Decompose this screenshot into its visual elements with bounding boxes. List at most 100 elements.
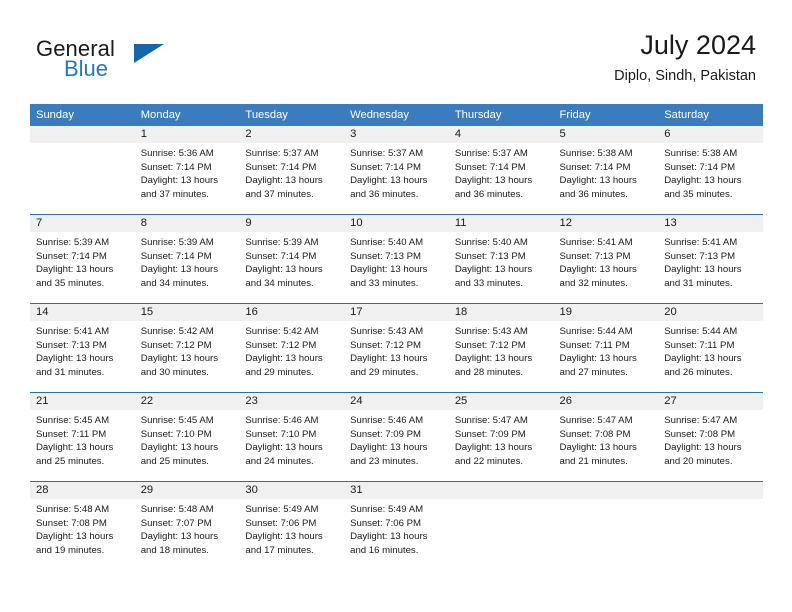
daylight-text-line1: Daylight: 13 hours <box>664 442 742 454</box>
daylight-text-line2: and 37 minutes. <box>140 188 209 200</box>
day-number: 1 <box>134 126 240 143</box>
page-title: July 2024 <box>640 30 756 60</box>
day-cell[interactable]: 31 Sunrise: 5:49 AM Sunset: 7:06 PM Dayl… <box>344 481 449 570</box>
daylight-text-line1: Daylight: 13 hours <box>559 353 637 365</box>
daylight-text-line1: Daylight: 13 hours <box>454 264 533 276</box>
day-number: 23 <box>239 393 345 410</box>
day-number: 9 <box>239 215 345 232</box>
sunset-text: Sunset: 7:14 PM <box>140 161 212 173</box>
daylight-text-line2: and 29 minutes. <box>350 366 419 378</box>
daylight-text-line2: and 23 minutes. <box>350 455 419 467</box>
day-number: 30 <box>239 482 345 499</box>
day-cell[interactable]: 27 Sunrise: 5:47 AM Sunset: 7:08 PM Dayl… <box>658 392 763 482</box>
day-cell[interactable]: 14 Sunrise: 5:41 AM Sunset: 7:13 PM Dayl… <box>30 303 135 393</box>
sunrise-text: Sunrise: 5:38 AM <box>559 148 633 159</box>
daylight-text-line2: and 30 minutes. <box>140 366 209 378</box>
daylight-text-line1: Daylight: 13 hours <box>350 531 428 543</box>
day-cell[interactable]: 21 Sunrise: 5:45 AM Sunset: 7:11 PM Dayl… <box>30 392 135 482</box>
day-cell[interactable]: 28 Sunrise: 5:48 AM Sunset: 7:08 PM Dayl… <box>30 481 135 570</box>
day-cell[interactable]: 30 Sunrise: 5:49 AM Sunset: 7:06 PM Dayl… <box>239 481 345 570</box>
daylight-text-line1: Daylight: 13 hours <box>140 175 219 187</box>
day-number: 19 <box>553 304 659 321</box>
day-details: Sunrise: 5:47 AM Sunset: 7:08 PM Dayligh… <box>658 410 763 468</box>
day-cell[interactable] <box>553 481 659 570</box>
sunrise-text: Sunrise: 5:37 AM <box>245 148 319 159</box>
day-cell[interactable] <box>30 126 135 215</box>
day-cell[interactable]: 9 Sunrise: 5:39 AM Sunset: 7:14 PM Dayli… <box>239 214 345 304</box>
sunset-text: Sunset: 7:09 PM <box>454 428 526 440</box>
day-cell[interactable]: 2 Sunrise: 5:37 AM Sunset: 7:14 PM Dayli… <box>239 126 345 215</box>
day-details: Sunrise: 5:40 AM Sunset: 7:13 PM Dayligh… <box>344 232 449 290</box>
day-details <box>658 499 763 503</box>
day-cell[interactable]: 11 Sunrise: 5:40 AM Sunset: 7:13 PM Dayl… <box>448 214 554 304</box>
daylight-text-line1: Daylight: 13 hours <box>664 353 742 365</box>
daylight-text-line2: and 19 minutes. <box>36 544 105 556</box>
calendar-week-row: 7 Sunrise: 5:39 AM Sunset: 7:14 PM Dayli… <box>30 214 763 304</box>
day-cell[interactable]: 16 Sunrise: 5:42 AM Sunset: 7:12 PM Dayl… <box>239 303 345 393</box>
day-details: Sunrise: 5:37 AM Sunset: 7:14 PM Dayligh… <box>449 143 554 201</box>
day-cell[interactable]: 19 Sunrise: 5:44 AM Sunset: 7:11 PM Dayl… <box>553 303 659 393</box>
day-details: Sunrise: 5:40 AM Sunset: 7:13 PM Dayligh… <box>449 232 554 290</box>
day-cell[interactable]: 1 Sunrise: 5:36 AM Sunset: 7:14 PM Dayli… <box>134 126 240 215</box>
day-cell[interactable]: 15 Sunrise: 5:42 AM Sunset: 7:12 PM Dayl… <box>134 303 240 393</box>
sunset-text: Sunset: 7:14 PM <box>559 161 631 173</box>
day-details: Sunrise: 5:43 AM Sunset: 7:12 PM Dayligh… <box>449 321 554 379</box>
day-number: 5 <box>553 126 659 143</box>
daylight-text-line1: Daylight: 13 hours <box>140 442 219 454</box>
sunrise-text: Sunrise: 5:47 AM <box>664 415 738 426</box>
daylight-text-line2: and 29 minutes. <box>245 366 314 378</box>
day-details: Sunrise: 5:47 AM Sunset: 7:08 PM Dayligh… <box>554 410 659 468</box>
day-cell[interactable] <box>448 481 554 570</box>
day-cell[interactable]: 29 Sunrise: 5:48 AM Sunset: 7:07 PM Dayl… <box>134 481 240 570</box>
day-details: Sunrise: 5:39 AM Sunset: 7:14 PM Dayligh… <box>135 232 240 290</box>
page-header: General Blue July 2024 Diplo, Sindh, Pak… <box>0 0 792 100</box>
daylight-text-line2: and 25 minutes. <box>140 455 209 467</box>
day-cell[interactable]: 8 Sunrise: 5:39 AM Sunset: 7:14 PM Dayli… <box>134 214 240 304</box>
day-details <box>449 499 554 503</box>
sunset-text: Sunset: 7:14 PM <box>245 250 317 262</box>
daylight-text-line1: Daylight: 13 hours <box>350 175 428 187</box>
day-details: Sunrise: 5:45 AM Sunset: 7:10 PM Dayligh… <box>135 410 240 468</box>
day-cell[interactable]: 12 Sunrise: 5:41 AM Sunset: 7:13 PM Dayl… <box>553 214 659 304</box>
day-number: 31 <box>344 482 449 499</box>
day-cell[interactable]: 4 Sunrise: 5:37 AM Sunset: 7:14 PM Dayli… <box>448 126 554 215</box>
weekday-header-sunday: Sunday <box>30 104 135 126</box>
sunset-text: Sunset: 7:12 PM <box>140 339 212 351</box>
sunset-text: Sunset: 7:13 PM <box>664 250 736 262</box>
day-cell[interactable]: 18 Sunrise: 5:43 AM Sunset: 7:12 PM Dayl… <box>448 303 554 393</box>
calendar-week-row: 21 Sunrise: 5:45 AM Sunset: 7:11 PM Dayl… <box>30 392 763 482</box>
day-cell[interactable]: 7 Sunrise: 5:39 AM Sunset: 7:14 PM Dayli… <box>30 214 135 304</box>
day-cell[interactable]: 17 Sunrise: 5:43 AM Sunset: 7:12 PM Dayl… <box>344 303 449 393</box>
day-cell[interactable]: 26 Sunrise: 5:47 AM Sunset: 7:08 PM Dayl… <box>553 392 659 482</box>
day-cell[interactable]: 22 Sunrise: 5:45 AM Sunset: 7:10 PM Dayl… <box>134 392 240 482</box>
daylight-text-line2: and 33 minutes. <box>350 277 419 289</box>
sunrise-text: Sunrise: 5:41 AM <box>559 237 633 248</box>
day-cell[interactable]: 24 Sunrise: 5:46 AM Sunset: 7:09 PM Dayl… <box>344 392 449 482</box>
day-number: 7 <box>30 215 135 232</box>
day-number: 24 <box>344 393 449 410</box>
daylight-text-line1: Daylight: 13 hours <box>454 353 533 365</box>
daylight-text-line2: and 31 minutes. <box>36 366 105 378</box>
day-cell[interactable]: 3 Sunrise: 5:37 AM Sunset: 7:14 PM Dayli… <box>344 126 449 215</box>
day-number: 18 <box>448 304 554 321</box>
day-cell[interactable]: 6 Sunrise: 5:38 AM Sunset: 7:14 PM Dayli… <box>658 126 763 215</box>
general-blue-logo[interactable]: General Blue <box>36 36 236 88</box>
day-number: 28 <box>30 482 135 499</box>
sunrise-text: Sunrise: 5:43 AM <box>454 326 528 337</box>
daylight-text-line1: Daylight: 13 hours <box>559 175 637 187</box>
day-cell[interactable]: 23 Sunrise: 5:46 AM Sunset: 7:10 PM Dayl… <box>239 392 345 482</box>
day-number: 6 <box>658 126 763 143</box>
daylight-text-line2: and 36 minutes. <box>559 188 628 200</box>
daylight-text-line1: Daylight: 13 hours <box>350 353 428 365</box>
day-cell[interactable]: 20 Sunrise: 5:44 AM Sunset: 7:11 PM Dayl… <box>658 303 763 393</box>
day-cell[interactable]: 5 Sunrise: 5:38 AM Sunset: 7:14 PM Dayli… <box>553 126 659 215</box>
day-number <box>553 482 659 499</box>
daylight-text-line1: Daylight: 13 hours <box>350 442 428 454</box>
sunrise-text: Sunrise: 5:37 AM <box>350 148 424 159</box>
day-cell[interactable]: 13 Sunrise: 5:41 AM Sunset: 7:13 PM Dayl… <box>658 214 763 304</box>
day-cell[interactable]: 10 Sunrise: 5:40 AM Sunset: 7:13 PM Dayl… <box>344 214 449 304</box>
day-cell[interactable] <box>658 481 763 570</box>
day-details: Sunrise: 5:41 AM Sunset: 7:13 PM Dayligh… <box>554 232 659 290</box>
calendar-page: General Blue July 2024 Diplo, Sindh, Pak… <box>0 0 792 612</box>
day-cell[interactable]: 25 Sunrise: 5:47 AM Sunset: 7:09 PM Dayl… <box>448 392 554 482</box>
